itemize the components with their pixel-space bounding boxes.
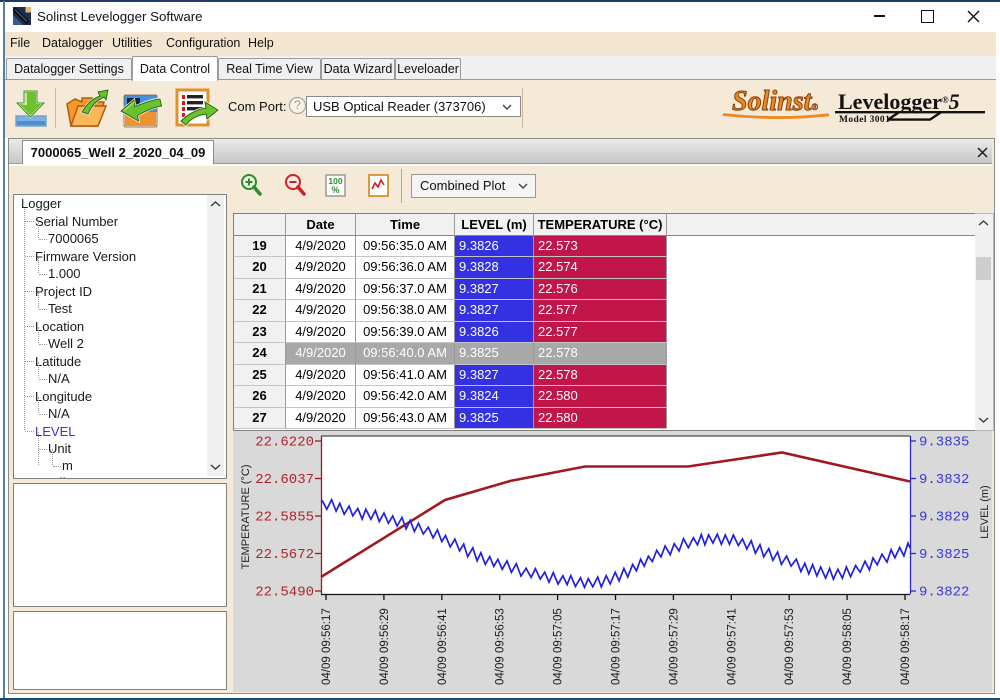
- svg-text:04/09 09:56:41: 04/09 09:56:41: [437, 608, 449, 685]
- svg-text:9.3822: 9.3822: [919, 585, 969, 601]
- svg-text:9.3832: 9.3832: [919, 472, 969, 488]
- svg-text:22.5855: 22.5855: [255, 510, 314, 526]
- svg-text:9.3829: 9.3829: [919, 510, 969, 526]
- svg-text:%: %: [331, 185, 339, 195]
- svg-text:22.6037: 22.6037: [255, 472, 314, 488]
- svg-text:TEMPERATURE (°C): TEMPERATURE (°C): [240, 464, 252, 569]
- svg-text:04/09 09:56:29: 04/09 09:56:29: [379, 608, 391, 685]
- svg-text:04/09 09:57:17: 04/09 09:57:17: [611, 608, 623, 685]
- svg-text:04/09 09:57:29: 04/09 09:57:29: [668, 608, 680, 685]
- svg-text:9.3835: 9.3835: [919, 435, 969, 451]
- svg-text:04/09 09:58:05: 04/09 09:58:05: [842, 608, 854, 685]
- svg-text:04/09 09:56:17: 04/09 09:56:17: [321, 608, 333, 685]
- svg-text:04/09 09:57:05: 04/09 09:57:05: [553, 608, 565, 685]
- svg-text:22.5672: 22.5672: [255, 547, 314, 563]
- svg-text:04/09 09:57:41: 04/09 09:57:41: [726, 608, 738, 685]
- svg-text:LEVEL (m): LEVEL (m): [979, 485, 991, 538]
- svg-text:22.5490: 22.5490: [255, 585, 314, 601]
- svg-text:04/09 09:56:53: 04/09 09:56:53: [495, 608, 507, 685]
- svg-text:9.3825: 9.3825: [919, 547, 969, 563]
- svg-text:04/09 09:57:53: 04/09 09:57:53: [784, 608, 796, 685]
- svg-text:22.6220: 22.6220: [255, 435, 314, 451]
- svg-text:04/09 09:58:17: 04/09 09:58:17: [900, 608, 912, 685]
